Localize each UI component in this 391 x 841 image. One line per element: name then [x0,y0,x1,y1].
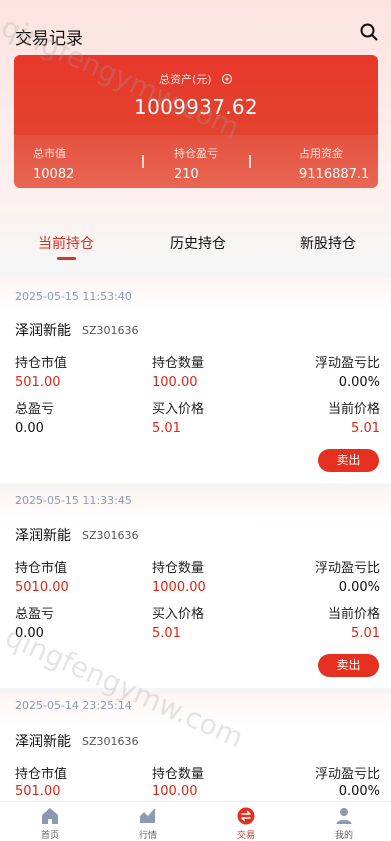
total-assets-label-row: 总资产(元) [14,71,378,88]
bottom-tab-bar: 首页 行情 交易 我的 [0,801,391,841]
value-quantity: 100.00 [152,784,198,799]
value-buy-price: 5.01 [152,421,181,436]
value-market-value: 501.00 [15,375,61,390]
total-assets-value: 1009937.62 [134,95,258,119]
label-current-price: 当前价格 [327,402,380,417]
value-total-pnl: 0.00 [15,421,44,436]
value-float-pnl-ratio: 0.00% [338,784,380,799]
value-total-pnl: 0.00 [15,626,44,641]
tabbar-item-home[interactable]: 首页 [20,806,80,841]
user-icon [334,806,354,826]
stat-label: 持仓盈亏 [174,147,218,160]
value-quantity: 1000.00 [152,580,206,595]
stat-market-value: 总市值 10082 [33,145,74,182]
value-buy-price: 5.01 [152,626,181,641]
label-total-pnl: 总盈亏 [15,607,55,622]
page: 交易记录 总资产(元) 1009937.62 总市值 10082 持仓盈亏 21… [0,0,391,841]
stat-position-pnl: 持仓盈亏 210 [174,145,218,182]
asset-stats: 总市值 10082 持仓盈亏 210 占用资金 9116887.1 [14,135,378,188]
stock-name: 泽润新能 [15,528,71,544]
stock-code: SZ301636 [82,735,139,748]
tabbar-item-trade[interactable]: 交易 [216,806,276,841]
label-quantity: 持仓数量 [152,561,205,576]
label-quantity: 持仓数量 [152,767,205,782]
tabbar-label: 交易 [236,831,255,841]
position-card: 2025-05-15 11:53:40 泽润新能 SZ301636 持仓市值 持… [0,277,391,483]
home-icon [40,806,60,826]
position-card: 2025-05-14 23:25:14 泽润新能 SZ301636 持仓市值 持… [0,693,391,801]
active-tab-indicator [57,257,76,260]
header: 交易记录 [0,0,391,54]
tabbar-item-profile[interactable]: 我的 [314,806,374,841]
trade-icon [236,806,256,826]
value-current-price: 5.01 [351,626,380,641]
position-card: 2025-05-15 11:33:45 泽润新能 SZ301636 持仓市值 持… [0,488,391,688]
label-market-value: 持仓市值 [15,561,68,576]
position-tabs: 当前持仓 历史持仓 新股持仓 [0,225,391,265]
tabbar-label: 我的 [334,831,353,841]
value-market-value: 5010.00 [15,580,69,595]
value-current-price: 5.01 [351,421,380,436]
value-quantity: 100.00 [152,375,198,390]
eye-icon[interactable] [221,73,233,88]
stat-value: 10082 [33,167,75,182]
tabbar-item-market[interactable]: 行情 [118,806,178,841]
value-market-value: 501.00 [15,784,61,799]
stock-name: 泽润新能 [15,734,71,750]
label-float-pnl-ratio: 浮动盈亏比 [314,356,380,371]
search-icon[interactable] [359,22,379,42]
stock-name: 泽润新能 [15,323,71,339]
stat-value: 210 [174,167,199,182]
label-market-value: 持仓市值 [15,356,68,371]
label-float-pnl-ratio: 浮动盈亏比 [314,767,380,782]
stock-code: SZ301636 [82,529,139,542]
sell-button[interactable]: 卖出 [318,654,379,677]
label-buy-price: 买入价格 [152,402,205,417]
position-time: 2025-05-15 11:53:40 [15,290,132,303]
tab-history-positions[interactable]: 历史持仓 [170,233,226,253]
stat-divider [249,155,251,168]
position-time: 2025-05-14 23:25:14 [15,699,132,712]
label-float-pnl-ratio: 浮动盈亏比 [314,561,380,576]
asset-summary-card: 总资产(元) 1009937.62 总市值 10082 持仓盈亏 210 占用资… [14,55,378,188]
label-total-pnl: 总盈亏 [15,402,55,417]
page-title: 交易记录 [15,29,83,49]
total-assets-label: 总资产(元) [158,73,212,86]
tab-ipo-positions[interactable]: 新股持仓 [300,233,356,253]
label-buy-price: 买入价格 [152,607,205,622]
chart-icon [138,806,158,826]
stat-label: 总市值 [33,147,66,160]
tabbar-label: 行情 [138,831,157,841]
value-float-pnl-ratio: 0.00% [338,580,380,595]
position-time: 2025-05-15 11:33:45 [15,494,132,507]
stat-value: 9116887.1 [299,167,370,182]
stat-divider [142,155,144,168]
label-market-value: 持仓市值 [15,767,68,782]
sell-button[interactable]: 卖出 [318,449,379,472]
tab-current-positions[interactable]: 当前持仓 [38,233,94,253]
value-float-pnl-ratio: 0.00% [338,375,380,390]
stat-occupied-funds: 占用资金 9116887.1 [299,145,369,182]
label-quantity: 持仓数量 [152,356,205,371]
label-current-price: 当前价格 [327,607,380,622]
stock-code: SZ301636 [82,324,139,337]
tabbar-label: 首页 [40,831,59,841]
stat-label: 占用资金 [299,147,343,160]
